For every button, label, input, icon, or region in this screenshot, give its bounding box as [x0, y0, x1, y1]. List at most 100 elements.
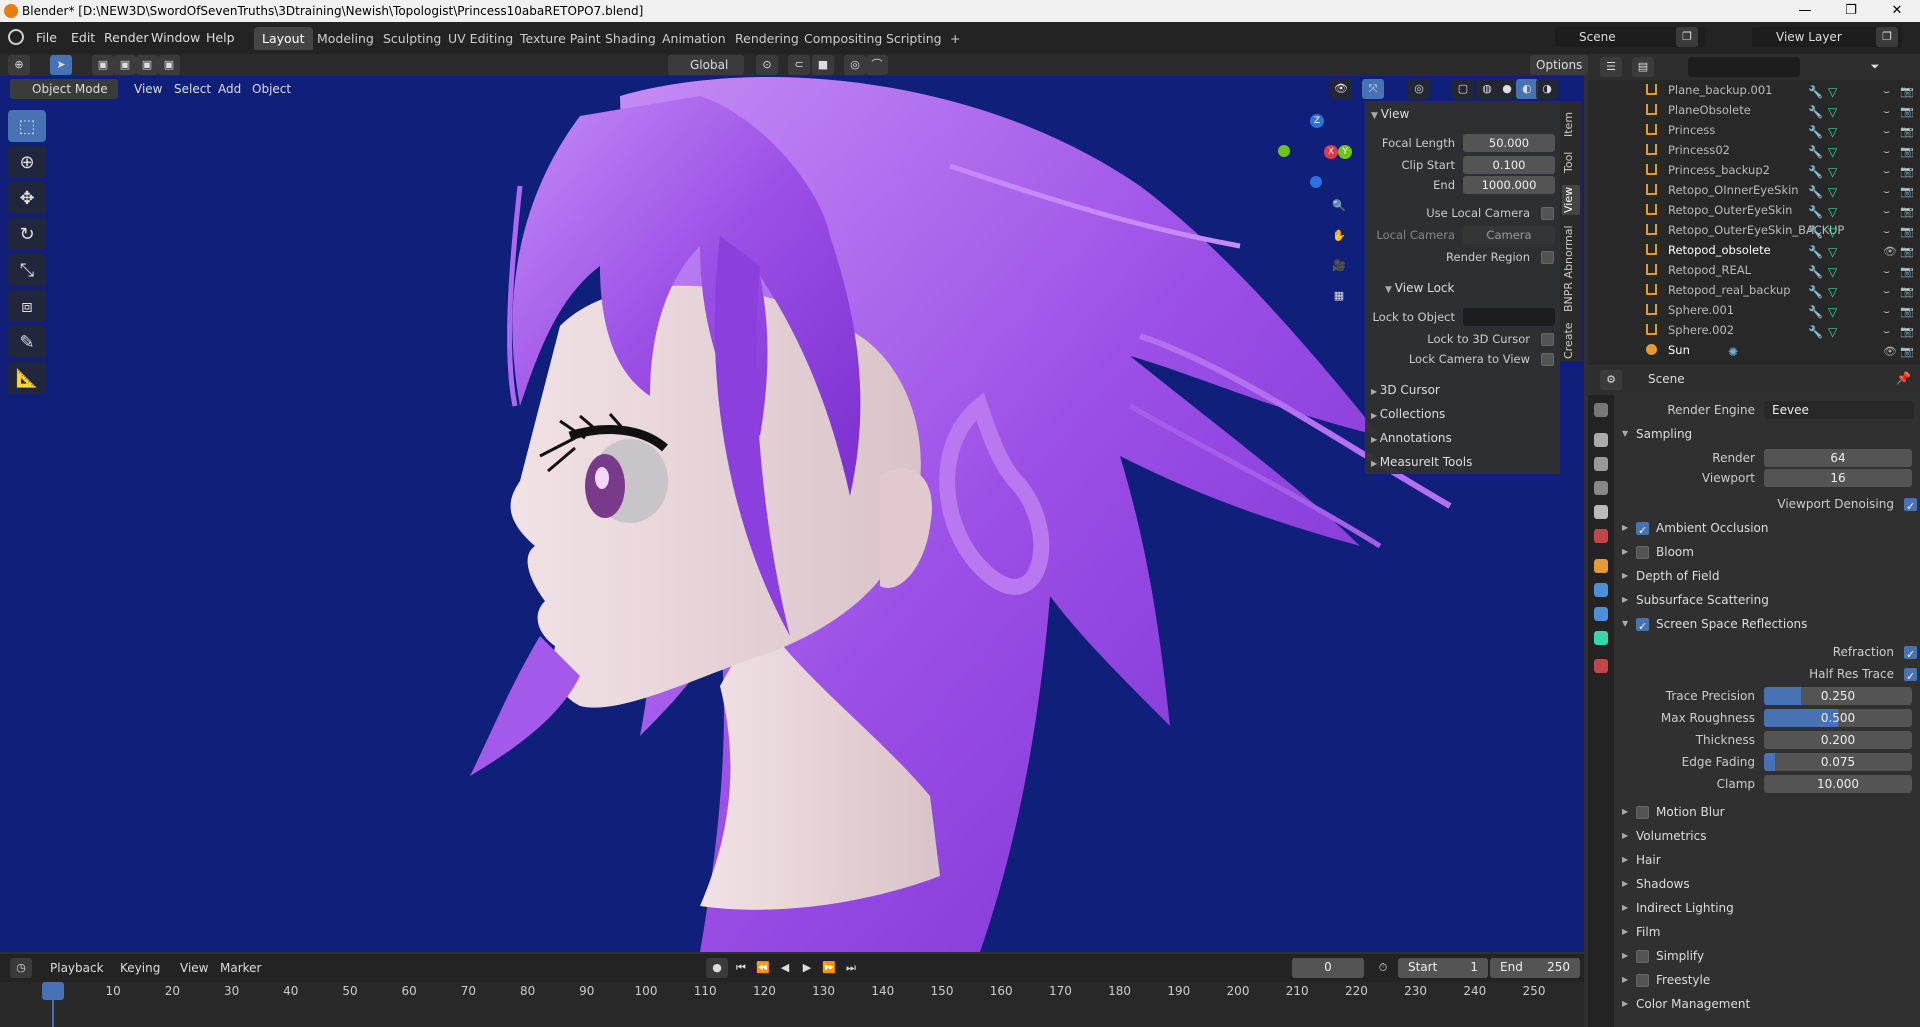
- editor-type-icon[interactable]: ⊕: [8, 55, 30, 75]
- tab-rendering[interactable]: Rendering: [727, 27, 807, 50]
- zoom-icon[interactable]: 🔍: [1328, 196, 1350, 216]
- tab-animation[interactable]: Animation: [654, 27, 734, 50]
- trace-precision-slider[interactable]: 0.250: [1764, 687, 1912, 705]
- render-camera-icon[interactable]: 📷: [1900, 102, 1914, 122]
- gizmo-icon[interactable]: ⤧: [1362, 79, 1384, 99]
- visibility-eye-icon[interactable]: ⌣: [1883, 102, 1890, 122]
- outliner-row[interactable]: Retopo_OInnerEyeSkin 🔧 ▽ ⌣ 📷: [1588, 180, 1920, 200]
- menu-view[interactable]: View: [128, 79, 168, 99]
- visibility-eye-icon[interactable]: ⌣: [1883, 322, 1890, 342]
- play-icon[interactable]: ▶: [796, 958, 818, 978]
- visibility-eye-icon[interactable]: ⌣: [1883, 182, 1890, 202]
- texture-tab-icon[interactable]: [1594, 659, 1608, 673]
- menu-edit[interactable]: Edit: [65, 28, 101, 48]
- rotate-tool-icon[interactable]: ↻: [8, 218, 46, 250]
- viewport-denoising-checkbox[interactable]: [1904, 496, 1917, 518]
- render-region-checkbox[interactable]: [1541, 251, 1554, 264]
- select-tool-icon[interactable]: ➤: [50, 55, 72, 75]
- pivot-point-icon[interactable]: ⊙: [756, 55, 778, 75]
- tab-scripting[interactable]: Scripting: [878, 27, 950, 50]
- render-engine-dropdown[interactable]: Eevee: [1764, 401, 1914, 419]
- rendered-shading-icon[interactable]: ◑: [1536, 79, 1558, 99]
- close-button[interactable]: ✕: [1874, 0, 1920, 22]
- annotations-section[interactable]: ▶ Annotations: [1371, 431, 1452, 445]
- lock-to-object-field[interactable]: [1463, 308, 1555, 326]
- tool-tab-icon[interactable]: [1594, 403, 1608, 417]
- visibility-eye-icon[interactable]: ⌣: [1883, 302, 1890, 322]
- stopwatch-icon[interactable]: ⏱: [1372, 958, 1394, 978]
- start-frame-field[interactable]: Start 1: [1398, 958, 1488, 978]
- y-axis-icon[interactable]: Y: [1338, 145, 1352, 159]
- freestyle-section[interactable]: ▶ Freestyle: [1614, 969, 1920, 991]
- outliner-row[interactable]: PlaneObsolete 🔧 ▽ ⌣ 📷: [1588, 100, 1920, 120]
- visibility-eye-icon[interactable]: ⌣: [1883, 162, 1890, 182]
- visibility-eye-icon[interactable]: ⌣: [1883, 202, 1890, 222]
- timeline-editor-type-icon[interactable]: ◷: [10, 958, 32, 978]
- output-tab-icon[interactable]: [1594, 457, 1608, 471]
- outliner-row[interactable]: Retopod_obsolete 🔧 ▽ 👁 📷: [1588, 240, 1920, 260]
- clip-start-field[interactable]: 0.100: [1463, 156, 1555, 174]
- outliner-row[interactable]: Sun ✺ 👁 📷: [1588, 340, 1920, 360]
- overlays-icon[interactable]: ◎: [1408, 79, 1430, 99]
- outliner-row[interactable]: Princess 🔧 ▽ ⌣ 📷: [1588, 120, 1920, 140]
- record-icon[interactable]: ●: [706, 958, 728, 978]
- render-tab-icon[interactable]: [1594, 433, 1608, 447]
- outliner-row[interactable]: Plane_backup.001 🔧 ▽ ⌣ 📷: [1588, 80, 1920, 100]
- edge-fading-slider[interactable]: 0.075: [1764, 753, 1912, 771]
- next-keyframe-icon[interactable]: ⏩: [818, 958, 840, 978]
- render-camera-icon[interactable]: 📷: [1900, 302, 1914, 322]
- outliner-row[interactable]: Retopod_REAL 🔧 ▽ ⌣ 📷: [1588, 260, 1920, 280]
- render-camera-icon[interactable]: 📷: [1900, 342, 1914, 362]
- new-view-layer-icon[interactable]: ❐: [1876, 27, 1898, 47]
- filter-icon[interactable]: ⏷: [1864, 57, 1886, 77]
- thickness-field[interactable]: 0.200: [1764, 731, 1912, 749]
- visibility-eye-icon[interactable]: ⌣: [1883, 222, 1890, 242]
- collections-section[interactable]: ▶ Collections: [1371, 407, 1445, 421]
- visibility-eye-icon[interactable]: ⌣: [1883, 82, 1890, 102]
- navigation-gizmo[interactable]: Z X Y: [1270, 110, 1352, 190]
- render-samples-field[interactable]: 64: [1764, 449, 1912, 467]
- selection-mode-subtract-icon[interactable]: ▣: [136, 55, 158, 75]
- object-mode-dropdown[interactable]: Object Mode: [10, 79, 118, 99]
- blender-menu-icon[interactable]: [8, 29, 24, 45]
- menu-playback[interactable]: Playback: [44, 958, 110, 978]
- options-dropdown[interactable]: Options: [1530, 55, 1589, 75]
- move-tool-icon[interactable]: ✥: [8, 182, 46, 214]
- neg-y-axis-icon[interactable]: [1278, 145, 1290, 157]
- snap-target-icon[interactable]: ■: [812, 55, 834, 75]
- clamp-field[interactable]: 10.000: [1764, 775, 1912, 793]
- outliner-row[interactable]: Retopod_real_backup 🔧 ▽ ⌣ 📷: [1588, 280, 1920, 300]
- render-camera-icon[interactable]: 📷: [1900, 222, 1914, 242]
- prev-keyframe-icon[interactable]: ⏪: [752, 958, 774, 978]
- ambient-occlusion-section[interactable]: ▶Ambient Occlusion: [1614, 517, 1920, 542]
- snap-icon[interactable]: ⊂: [788, 55, 810, 75]
- volumetrics-section[interactable]: ▶ Volumetrics: [1614, 825, 1920, 847]
- menu-keying[interactable]: Keying: [114, 958, 166, 978]
- falloff-icon[interactable]: ⌒: [866, 55, 888, 75]
- viewport-samples-field[interactable]: 16: [1764, 469, 1912, 487]
- hair-section[interactable]: ▶ Hair: [1614, 849, 1920, 871]
- solid-shading-icon[interactable]: ●: [1496, 79, 1518, 99]
- render-camera-icon[interactable]: 📷: [1900, 82, 1914, 102]
- jump-start-icon[interactable]: ⏮: [730, 958, 752, 978]
- tab-uv-editing[interactable]: UV Editing: [440, 27, 521, 50]
- outliner-row[interactable]: Sphere.002 🔧 ▽ ⌣ 📷: [1588, 320, 1920, 340]
- render-camera-icon[interactable]: 📷: [1900, 262, 1914, 282]
- play-reverse-icon[interactable]: ◀: [774, 958, 796, 978]
- wireframe-shading-icon[interactable]: ◍: [1476, 79, 1498, 99]
- simplify-section[interactable]: ▶ Simplify: [1614, 945, 1920, 967]
- outliner-row[interactable]: Retopo_OuterEyeSkin_BACKUP 🔧 ▽ ⌣ 📷: [1588, 220, 1920, 240]
- view-section-header[interactable]: ▼ View: [1371, 107, 1409, 121]
- simplify-checkbox[interactable]: [1636, 950, 1649, 963]
- refraction-checkbox[interactable]: [1904, 644, 1917, 666]
- properties-editor-type-icon[interactable]: ⚙: [1600, 370, 1622, 390]
- color-management-section[interactable]: ▶ Color Management: [1614, 993, 1920, 1013]
- pin-icon[interactable]: 📌: [1896, 371, 1911, 385]
- outliner-search-input[interactable]: [1688, 57, 1800, 77]
- outliner-row[interactable]: Princess02 🔧 ▽ ⌣ 📷: [1588, 140, 1920, 160]
- minimize-button[interactable]: —: [1782, 0, 1828, 22]
- pan-hand-icon[interactable]: ✋: [1328, 226, 1350, 246]
- camera-view-icon[interactable]: 🎥: [1328, 256, 1350, 276]
- menu-help[interactable]: Help: [200, 28, 241, 48]
- depth-of-field-section[interactable]: ▶ Depth of Field: [1614, 565, 1920, 587]
